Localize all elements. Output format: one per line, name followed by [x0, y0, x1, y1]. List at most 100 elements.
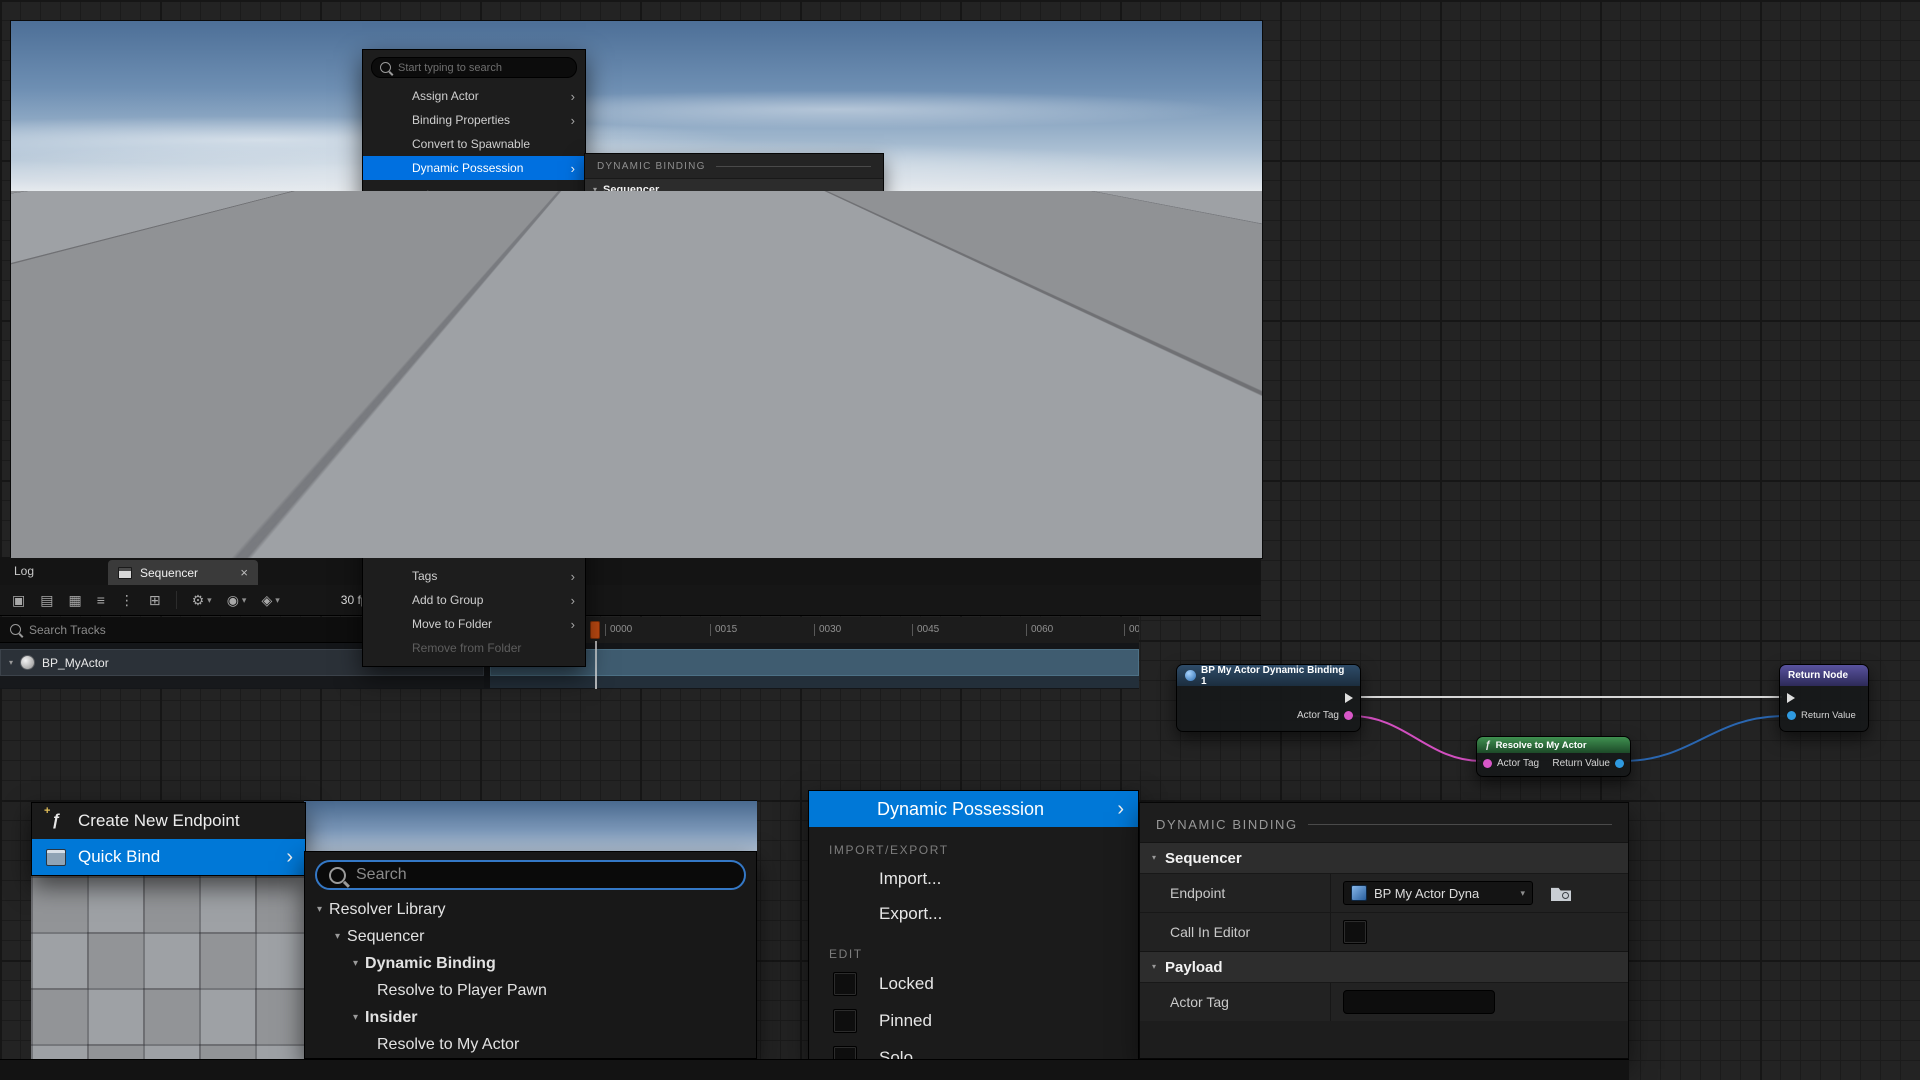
- menu-item-mute[interactable]: Mute: [363, 348, 585, 372]
- return-value-pin[interactable]: [1615, 759, 1624, 768]
- node-resolve-to-my-actor[interactable]: ƒ Resolve to My Actor Actor Tag Return V…: [1476, 736, 1631, 777]
- actor-tag-pin[interactable]: [1344, 711, 1353, 720]
- menu-item-paste[interactable]: PasteCTRL+V: [363, 420, 585, 444]
- browse-to-asset-icon[interactable]: [1551, 885, 1571, 901]
- menu-item-locked[interactable]: Locked: [363, 276, 585, 300]
- browse-to-asset-icon[interactable]: [835, 210, 851, 223]
- tab-sequencer[interactable]: Sequencer ×: [108, 560, 258, 585]
- tree-item-dynamic-binding[interactable]: ▾Dynamic Binding: [903, 327, 1202, 344]
- tree-item-insider[interactable]: ▾Insider: [305, 1004, 756, 1031]
- actions-menu-icon[interactable]: ≡: [97, 593, 105, 607]
- menu-item-dynamic-possession[interactable]: Dynamic Possession›: [363, 156, 585, 180]
- copy-icon: [407, 401, 425, 416]
- menu-item-add-to-group[interactable]: Add to Group›: [363, 588, 585, 612]
- playhead-marker[interactable]: [590, 621, 600, 639]
- toolbar-separator: [176, 591, 177, 609]
- chevron-down-icon: ▾: [242, 595, 247, 606]
- menu-item-convert-to-spawnable[interactable]: Convert to Spawnable: [363, 132, 585, 156]
- tree-item-resolver-library[interactable]: ▾Resolver Library: [305, 896, 756, 923]
- mute-checkbox[interactable]: [378, 353, 392, 367]
- tree-item-resolver-library[interactable]: ▾Resolver Library: [903, 293, 1202, 310]
- menu-item-create-new-endpoint[interactable]: ƒ Create New Endpoint: [719, 239, 901, 262]
- menu-search-input[interactable]: Start typing to search: [371, 57, 577, 78]
- quick-bind-search-input-large[interactable]: Search: [315, 860, 746, 890]
- exec-out-pin[interactable]: [1345, 693, 1353, 703]
- menu-item-pinned-large[interactable]: Pinned: [809, 1002, 1138, 1039]
- dynamic-binding-panel: DYNAMIC BINDING ▾ Sequencer Endpoint ƒ U…: [584, 153, 884, 239]
- tree-item-resolve-to-player-pawn[interactable]: Resolve to Player Pawn: [903, 344, 1202, 361]
- endpoint-dropdown-large[interactable]: BP My Actor Dyna ▾: [1343, 881, 1533, 905]
- return-value-pin[interactable]: [1787, 711, 1796, 720]
- zoom-viewport-sky: [304, 800, 757, 854]
- menu-item-cut[interactable]: ✂CutCTRL+X: [363, 372, 585, 396]
- chevron-down-icon: ▾: [317, 905, 322, 915]
- hierarchy-icon[interactable]: ⊞: [149, 593, 161, 607]
- tree-item-sequencer[interactable]: ▾Sequencer: [903, 310, 1202, 327]
- menu-item-quick-bind[interactable]: Quick Bind ›: [719, 262, 901, 285]
- pinned-checkbox[interactable]: [378, 305, 392, 319]
- menu-item-import-large[interactable]: Import...: [809, 861, 1138, 896]
- endpoint-dropdown[interactable]: ƒ Unbound ▾: [721, 207, 827, 225]
- menu-item-duplicate[interactable]: DuplicateCTRL+D: [363, 444, 585, 468]
- menu-item-import[interactable]: Import...: [363, 204, 585, 228]
- menu-item-assign-actor[interactable]: Assign Actor›: [363, 84, 585, 108]
- endpoint-label: Endpoint: [1140, 885, 1330, 901]
- tree-item-sequencer[interactable]: ▾Sequencer: [305, 923, 756, 950]
- menu-item-delete-and-keep-state[interactable]: ×Delete and Keep State: [363, 492, 585, 516]
- menu-item-quick-bind-large[interactable]: Quick Bind ›: [32, 839, 305, 875]
- menu-item-export[interactable]: Export...: [363, 228, 585, 252]
- playback-options-dropdown[interactable]: ◈▾: [261, 593, 279, 607]
- quick-bind-search-input[interactable]: Search: [909, 267, 1196, 287]
- view-options-dropdown[interactable]: ◉▾: [227, 593, 247, 607]
- menu-item-rename[interactable]: ✎RenameF2: [363, 516, 585, 540]
- render-movie-icon[interactable]: ▦: [68, 593, 81, 607]
- eye-icon: ◉: [227, 593, 239, 607]
- solo-checkbox[interactable]: [378, 329, 392, 343]
- menu-item-create-new-endpoint-large[interactable]: ƒ Create New Endpoint: [32, 803, 305, 839]
- options-dots-icon[interactable]: ⋮: [120, 593, 134, 607]
- locked-checkbox[interactable]: [378, 281, 392, 295]
- log-tab[interactable]: Log: [14, 557, 34, 585]
- search-icon: [380, 62, 391, 73]
- track-lane[interactable]: [490, 649, 1139, 676]
- menu-item-dynamic-possession-large[interactable]: Dynamic Possession ›: [809, 791, 1138, 827]
- menu-item-export-large[interactable]: Export...: [809, 896, 1138, 931]
- menu-item-remove-from-folder[interactable]: Remove from Folder: [363, 636, 585, 660]
- node-bp-my-actor-dynamic-binding[interactable]: BP My Actor Dynamic Binding 1 Actor Tag: [1176, 664, 1361, 732]
- expander-icon[interactable]: ▾: [9, 659, 13, 667]
- pinned-checkbox[interactable]: [833, 1009, 857, 1033]
- node-title: Return Node: [1788, 670, 1848, 681]
- track-name: BP_MyActor: [42, 656, 109, 670]
- category-sequencer[interactable]: ▾ Sequencer: [585, 178, 883, 201]
- menu-item-copy[interactable]: CopyCTRL+C: [363, 396, 585, 420]
- track-lane-sub: [490, 676, 1139, 688]
- actor-tag-pin[interactable]: [1483, 759, 1492, 768]
- endpoint-value-cell: BP My Actor Dyna ▾: [1330, 874, 1628, 912]
- title-rule: [1308, 824, 1612, 825]
- menu-item-pinned[interactable]: Pinned: [363, 300, 585, 324]
- actor-tag-input[interactable]: [1343, 990, 1495, 1014]
- playhead-line[interactable]: [595, 641, 597, 689]
- camera-icon[interactable]: ▤: [40, 593, 53, 607]
- category-sequencer[interactable]: ▾ Sequencer: [1140, 842, 1628, 873]
- tree-item-dynamic-binding[interactable]: ▾Dynamic Binding: [305, 950, 756, 977]
- close-tab-icon[interactable]: ×: [240, 566, 248, 579]
- edit-options-dropdown[interactable]: ⚙▾: [192, 593, 212, 607]
- menu-item-solo[interactable]: Solo: [363, 324, 585, 348]
- category-payload[interactable]: ▾ Payload: [1140, 951, 1628, 982]
- menu-item-move-to-folder[interactable]: Move to Folder›: [363, 612, 585, 636]
- chevron-down-icon: ▾: [353, 1013, 358, 1023]
- exec-in-pin[interactable]: [1787, 693, 1795, 703]
- menu-item-binding-properties[interactable]: Binding Properties›: [363, 108, 585, 132]
- locked-checkbox[interactable]: [833, 972, 857, 996]
- tree-item-resolve-to-player-pawn[interactable]: Resolve to Player Pawn: [305, 977, 756, 1004]
- call-in-editor-checkbox[interactable]: [1343, 920, 1367, 944]
- node-return[interactable]: Return Node Return Value: [1779, 664, 1869, 732]
- menu-item-locked-large[interactable]: Locked: [809, 965, 1138, 1002]
- save-icon[interactable]: ▣: [12, 593, 25, 607]
- actor-tag-value-cell: [1330, 983, 1628, 1021]
- node-header: BP My Actor Dynamic Binding 1: [1177, 665, 1360, 686]
- tree-item-resolve-to-my-actor[interactable]: Resolve to My Actor: [305, 1031, 756, 1058]
- menu-item-tags[interactable]: Tags›: [363, 564, 585, 588]
- menu-item-delete[interactable]: ×Delete: [363, 468, 585, 492]
